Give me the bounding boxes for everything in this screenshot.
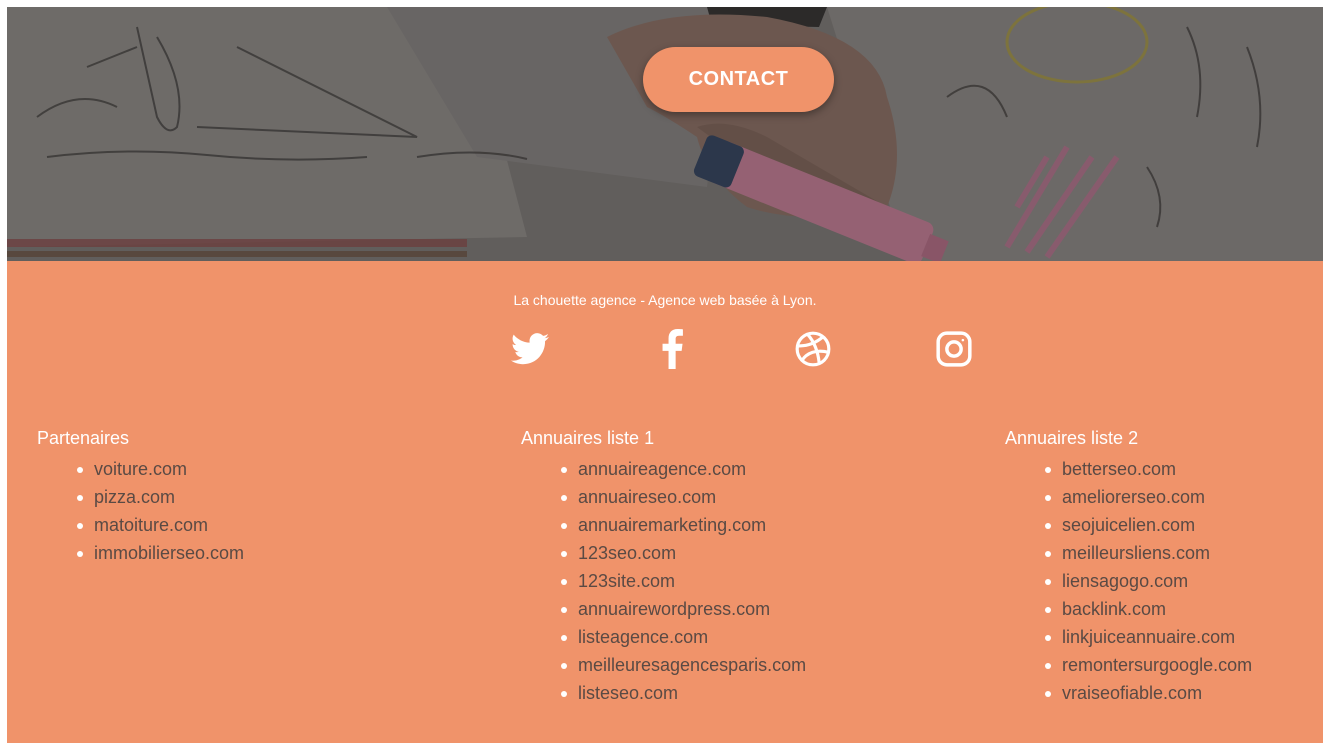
list-item[interactable]: backlink.com xyxy=(1045,595,1252,623)
contact-button[interactable]: CONTACT xyxy=(643,47,834,112)
list-item[interactable]: vraiseofiable.com xyxy=(1045,679,1252,707)
list-item[interactable]: 123site.com xyxy=(561,567,806,595)
footer-tagline: La chouette agence - Agence web basée à … xyxy=(513,292,817,308)
directory-link-list: annuaireagence.com annuaireseo.com annua… xyxy=(521,455,806,707)
footer: La chouette agence - Agence web basée à … xyxy=(7,261,1323,743)
directory-link-list: betterseo.com ameliorerseo.com seojuicel… xyxy=(1005,455,1252,707)
list-item[interactable]: linkjuiceannuaire.com xyxy=(1045,623,1252,651)
partner-link-list: voiture.com pizza.com matoiture.com immo… xyxy=(37,455,244,567)
list-item[interactable]: immobilierseo.com xyxy=(77,539,244,567)
list-item[interactable]: meilleuresagencesparis.com xyxy=(561,651,806,679)
column-title: Partenaires xyxy=(37,428,130,448)
list-item[interactable]: listeagence.com xyxy=(561,623,806,651)
page-frame: CONTACT La chouette agence - Agence web … xyxy=(7,7,1323,743)
footer-column-annuaires-1: Annuaires liste 1 annuaireagence.com ann… xyxy=(521,427,806,707)
list-item[interactable]: matoiture.com xyxy=(77,511,244,539)
facebook-icon[interactable] xyxy=(652,329,692,369)
list-item[interactable]: seojuicelien.com xyxy=(1045,511,1252,539)
footer-column-annuaires-2: Annuaires liste 2 betterseo.com ameliore… xyxy=(1005,427,1252,707)
twitter-icon[interactable] xyxy=(510,329,550,369)
list-item[interactable]: betterseo.com xyxy=(1045,455,1252,483)
list-item[interactable]: ameliorerseo.com xyxy=(1045,483,1252,511)
list-item[interactable]: 123seo.com xyxy=(561,539,806,567)
list-item[interactable]: meilleursliens.com xyxy=(1045,539,1252,567)
list-item[interactable]: pizza.com xyxy=(77,483,244,511)
list-item[interactable]: listeseo.com xyxy=(561,679,806,707)
footer-column-partenaires: Partenaires voiture.com pizza.com matoit… xyxy=(37,427,244,567)
list-item[interactable]: annuaireagence.com xyxy=(561,455,806,483)
column-title: Annuaires liste 2 xyxy=(1005,428,1139,448)
hero-image: CONTACT xyxy=(7,7,1323,261)
dribbble-icon[interactable] xyxy=(793,329,833,369)
list-item[interactable]: voiture.com xyxy=(77,455,244,483)
list-item[interactable]: annuairemarketing.com xyxy=(561,511,806,539)
hero-overlay xyxy=(7,7,1323,261)
column-title: Annuaires liste 1 xyxy=(521,428,655,448)
list-item[interactable]: annuaireseo.com xyxy=(561,483,806,511)
list-item[interactable]: annuairewordpress.com xyxy=(561,595,806,623)
list-item[interactable]: remontersurgoogle.com xyxy=(1045,651,1252,679)
list-item[interactable]: liensagogo.com xyxy=(1045,567,1252,595)
instagram-icon[interactable] xyxy=(934,329,974,369)
